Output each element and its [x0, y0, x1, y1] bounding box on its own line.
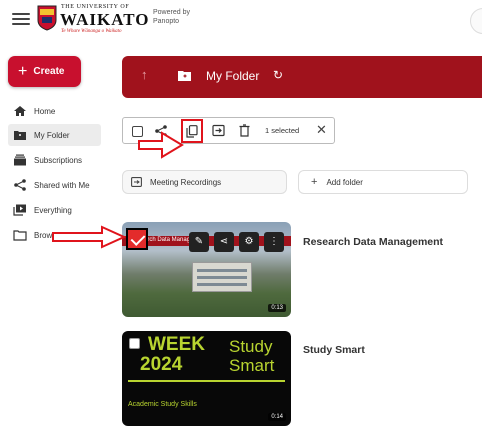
annotation-arrow-icon: [138, 131, 184, 159]
thumbnail-smart-text: Smart: [229, 356, 275, 375]
video-title[interactable]: Research Data Management: [303, 236, 443, 248]
video-duration: 0:14: [268, 413, 286, 421]
home-icon: [14, 106, 26, 116]
move-icon[interactable]: [212, 124, 225, 137]
folder-title: My Folder: [206, 69, 260, 83]
copy-button[interactable]: [181, 119, 203, 143]
folder-chip-label: Meeting Recordings: [150, 177, 222, 187]
plus-icon: +: [18, 62, 28, 80]
close-icon[interactable]: ✕: [316, 122, 327, 138]
plus-icon: +: [311, 176, 318, 188]
share-icon: [14, 179, 26, 191]
sidebar-item-label: Everything: [34, 205, 72, 215]
menu-icon[interactable]: [12, 10, 30, 28]
top-bar: THE UNIVERSITY OF WAIKATO Te Whare Wānan…: [0, 0, 482, 44]
video-thumbnail[interactable]: Research Data Management ✎ ⋖ ⚙ ⋮ 0:13: [122, 222, 291, 317]
university-crest-logo: [37, 5, 57, 31]
thumbnail-subtitle: Academic Study Skills: [128, 401, 197, 408]
create-label: Create: [33, 66, 65, 77]
browse-folder-icon: [13, 230, 27, 241]
add-folder-label: Add folder: [326, 177, 363, 187]
video-duration: 0:13: [268, 304, 286, 312]
building-image: [192, 262, 252, 292]
panopto-app: THE UNIVERSITY OF WAIKATO Te Whare Wānan…: [0, 0, 482, 443]
copy-icon: [186, 125, 198, 138]
sidebar-item-everything[interactable]: Everything: [8, 199, 101, 221]
user-avatar[interactable]: [470, 8, 482, 34]
sidebar-item-label: Shared with Me: [34, 180, 90, 190]
folder-icon: [131, 177, 142, 187]
create-button[interactable]: + Create: [8, 56, 81, 87]
gear-icon[interactable]: ⚙: [239, 232, 259, 252]
sidebar-item-home[interactable]: Home: [8, 100, 101, 122]
video-title[interactable]: Study Smart: [303, 344, 365, 356]
sidebar-item-my-folder[interactable]: My Folder: [8, 124, 101, 146]
powered-by-text: Powered by Panopto: [153, 9, 190, 25]
selected-count: 1 selected: [265, 126, 300, 135]
folder-chip-meeting-recordings[interactable]: Meeting Recordings: [122, 170, 287, 194]
thumbnail-year-text: 2024: [140, 354, 183, 375]
logo-motto: Te Whare Wānanga o Waikato: [61, 29, 122, 34]
share-icon[interactable]: ⋖: [214, 232, 234, 252]
edit-icon[interactable]: ✎: [189, 232, 209, 252]
add-folder-button[interactable]: + Add folder: [298, 170, 468, 194]
thumbnail-study-text: Study: [229, 337, 273, 356]
video-select-checkbox[interactable]: [126, 228, 148, 250]
delete-icon[interactable]: [239, 124, 250, 137]
library-icon: [13, 204, 26, 216]
video-select-checkbox[interactable]: [129, 338, 140, 349]
sidebar-item-label: My Folder: [34, 130, 70, 140]
video-thumbnail[interactable]: WEEK 2024 Study Smart Academic Study Ski…: [122, 331, 291, 426]
folder-header-banner: ↑ My Folder ↻: [122, 56, 482, 98]
thumbnail-divider: [128, 380, 285, 382]
up-arrow-icon[interactable]: ↑: [141, 67, 148, 82]
thumbnail-week-text: WEEK: [148, 334, 205, 355]
more-options-icon[interactable]: ⋮: [264, 232, 284, 252]
sidebar-item-label: Subscriptions: [34, 155, 83, 165]
sidebar-item-label: Home: [34, 106, 56, 116]
sidebar-item-subscriptions[interactable]: Subscriptions: [8, 149, 101, 171]
refresh-icon[interactable]: ↻: [273, 68, 283, 82]
subscriptions-icon: [14, 154, 26, 166]
annotation-arrow-icon: [52, 225, 126, 249]
folder-icon: [178, 71, 191, 81]
folder-icon: [14, 131, 26, 140]
logo-wordmark: WAIKATO: [60, 10, 150, 29]
sidebar-item-shared[interactable]: Shared with Me: [8, 174, 101, 196]
